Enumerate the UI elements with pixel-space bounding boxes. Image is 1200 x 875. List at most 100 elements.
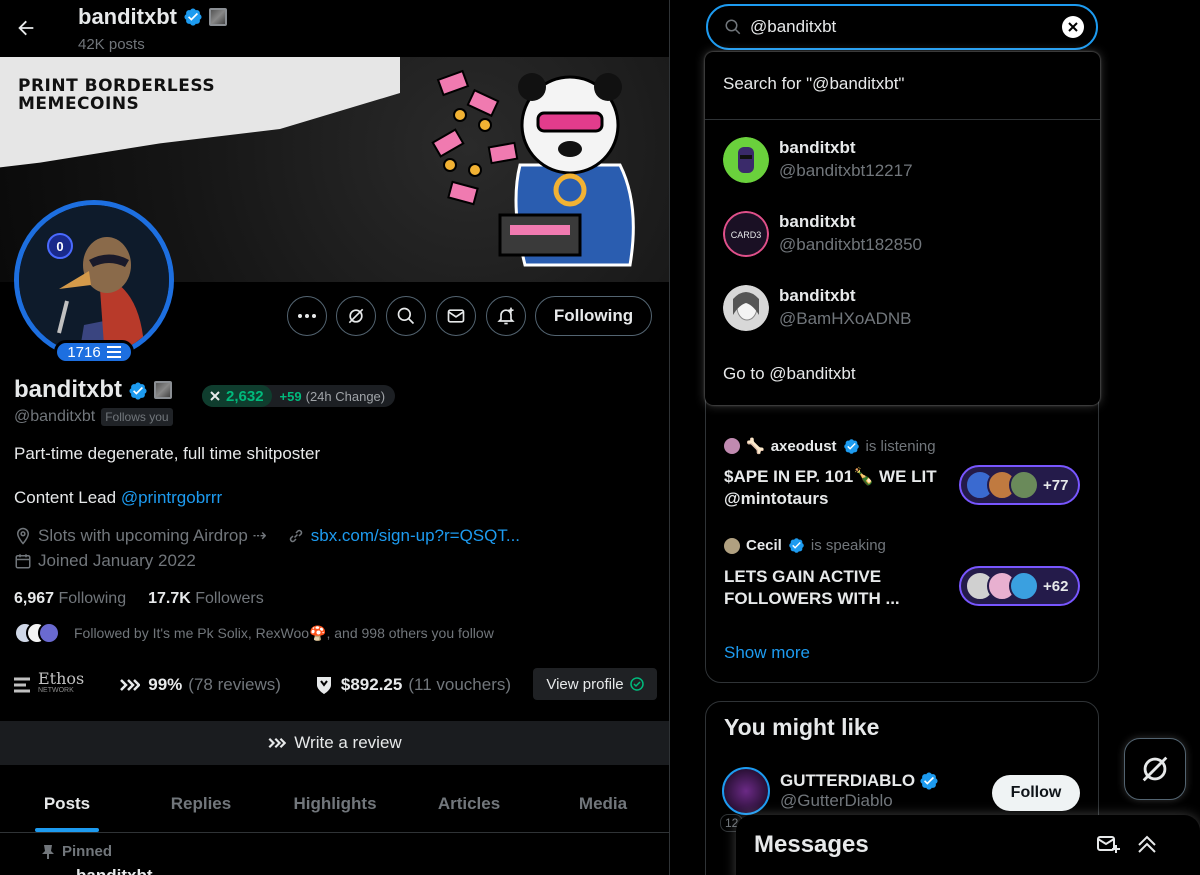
message-button[interactable] <box>436 296 476 336</box>
bio-line-2-text: Content Lead <box>14 488 121 507</box>
followed-by-row[interactable]: Followed by It's me Pk Solix, RexWoo🍄, a… <box>14 622 494 644</box>
profile-avatar[interactable]: 0 <box>14 200 174 360</box>
vouch-amount: $892.25 <box>340 675 403 694</box>
followers-count-label: Followers <box>195 590 264 607</box>
space-title[interactable]: $APE IN EP. 101🍾 WE LIT @mintotaurs <box>724 466 944 510</box>
review-icon <box>120 679 141 691</box>
profile-website-link[interactable]: sbx.com/sign-up?r=QSQT... <box>311 526 520 546</box>
following-count-label: Following <box>58 590 127 607</box>
expand-messages-button[interactable] <box>1136 833 1158 860</box>
following-button[interactable]: Following <box>535 296 652 336</box>
verified-badge-icon <box>183 7 203 27</box>
followers-count-link[interactable]: 17.7K Followers <box>148 590 264 608</box>
tab-highlights[interactable]: Highlights <box>268 775 402 832</box>
following-count-link[interactable]: 6,967 Following <box>14 590 126 608</box>
search-result-user[interactable]: banditxbt @BamHXoADNB <box>723 283 1083 333</box>
affiliate-badge-icon <box>209 8 227 26</box>
search-profile-button[interactable] <box>386 296 426 336</box>
chevron-double-up-icon <box>1138 835 1156 853</box>
followed-by-avatars <box>14 622 60 644</box>
result-text: banditxbt @banditxbt182850 <box>779 211 922 257</box>
follows-you-badge: Follows you <box>101 408 173 426</box>
space-host-name[interactable]: axeodust <box>771 438 837 455</box>
search-icon <box>725 19 741 35</box>
show-more-link[interactable]: Show more <box>724 643 810 663</box>
messages-drawer[interactable]: Messages <box>736 815 1200 875</box>
spaces-card: 🦴 axeodust is listening $APE IN EP. 101🍾… <box>705 380 1099 683</box>
avatar-score-badge: 1716 <box>54 340 134 364</box>
pinned-text: Pinned <box>62 843 113 860</box>
verified-badge-icon <box>128 380 148 400</box>
ethos-score-pill[interactable]: 2,632 +59 (24h Change) <box>202 385 396 407</box>
pin-icon <box>42 844 54 859</box>
ethos-reputation-row: Ethos NETWORK 99% (78 reviews) $892.25 (1… <box>12 668 657 702</box>
space-listeners-pill[interactable]: +77 <box>959 465 1080 505</box>
tab-replies[interactable]: Replies <box>134 775 268 832</box>
search-box[interactable] <box>706 4 1098 50</box>
review-icon <box>268 737 287 749</box>
tab-media[interactable]: Media <box>536 775 669 832</box>
clear-search-button[interactable] <box>1062 16 1084 38</box>
bio-mention-link[interactable]: @printrgobrrr <box>121 488 222 507</box>
search-result-user[interactable]: CARD3 banditxbt @banditxbt182850 <box>723 209 1083 259</box>
host-avatar <box>724 537 740 554</box>
header-name-text: banditxbt <box>78 4 177 29</box>
you-might-like-title: You might like <box>724 714 880 740</box>
grok-floating-button[interactable] <box>1124 738 1186 800</box>
calendar-icon <box>15 554 31 569</box>
notifications-button[interactable] <box>486 296 526 336</box>
followed-by-text: Followed by It's me Pk Solix, RexWoo🍄, a… <box>74 624 494 641</box>
search-input[interactable] <box>750 17 1054 37</box>
user-avatar <box>723 285 769 331</box>
verified-badge-icon <box>843 438 860 455</box>
search-for-option[interactable]: Search for "@banditxbt" <box>723 74 904 94</box>
view-profile-button[interactable]: View profile <box>533 668 657 700</box>
mini-avatar <box>38 622 60 644</box>
space-title[interactable]: LETS GAIN ACTIVE FOLLOWERS WITH ... <box>724 566 944 610</box>
ethos-logo-icon <box>14 677 30 693</box>
handle-row: @banditxbt Follows you <box>14 408 173 426</box>
write-review-label: Write a review <box>294 733 402 752</box>
grok-icon <box>1142 756 1168 782</box>
bird-character-avatar-image <box>19 205 169 355</box>
followers-count: 17.7K <box>148 590 191 607</box>
go-to-profile-option[interactable]: Go to @banditxbt <box>723 364 856 384</box>
profile-name-text: banditxbt <box>14 376 122 403</box>
tab-posts[interactable]: Posts <box>0 775 134 832</box>
messages-title: Messages <box>754 831 869 858</box>
bell-plus-icon <box>497 307 515 325</box>
result-text: banditxbt @banditxbt12217 <box>779 137 913 183</box>
listener-avatar <box>1009 470 1039 500</box>
host-prefix-emoji: 🦴 <box>746 438 765 455</box>
more-options-button[interactable] <box>287 296 327 336</box>
profile-joined-date: Joined January 2022 <box>38 551 196 570</box>
panda-mascot-image <box>431 69 635 267</box>
sliders-icon <box>106 346 121 358</box>
result-name: banditxbt <box>779 212 856 231</box>
score-change-label: (24h Change) <box>305 388 386 404</box>
grok-button[interactable] <box>336 296 376 336</box>
ethos-score: 2,632 <box>202 385 272 407</box>
search-result-user[interactable]: banditxbt @banditxbt12217 <box>723 135 1083 185</box>
link-icon <box>289 529 302 543</box>
tab-articles[interactable]: Articles <box>402 775 536 832</box>
write-review-button[interactable]: Write a review <box>0 721 669 765</box>
bio-line-2: Content Lead @printrgobrrr <box>14 488 222 508</box>
space-host-row: Cecil is speaking <box>724 537 886 554</box>
new-message-button[interactable] <box>1096 833 1120 860</box>
back-button[interactable] <box>8 10 44 46</box>
result-name: banditxbt <box>779 286 856 305</box>
search-typeahead-dropdown: Search for "@banditxbt" banditxbt @bandi… <box>705 52 1100 405</box>
result-text: banditxbt @BamHXoADNB <box>779 285 912 331</box>
suggested-user-name: GUTTERDIABLO <box>780 771 916 790</box>
profile-meta-row: Slots with upcoming Airdrop ⇢ sbx.com/si… <box>14 526 520 546</box>
space-listeners-pill[interactable]: +62 <box>959 566 1080 606</box>
profile-tabs: Posts Replies Highlights Articles Media <box>0 775 669 833</box>
grok-icon <box>348 308 364 324</box>
follow-button[interactable]: Follow <box>992 775 1080 811</box>
shield-icon <box>316 677 331 694</box>
space-host-name[interactable]: Cecil <box>746 537 782 554</box>
space-host-row: 🦴 axeodust is listening <box>724 437 936 455</box>
affiliate-badge-icon <box>154 381 172 399</box>
pinned-post-author[interactable]: banditxbt <box>76 866 153 875</box>
